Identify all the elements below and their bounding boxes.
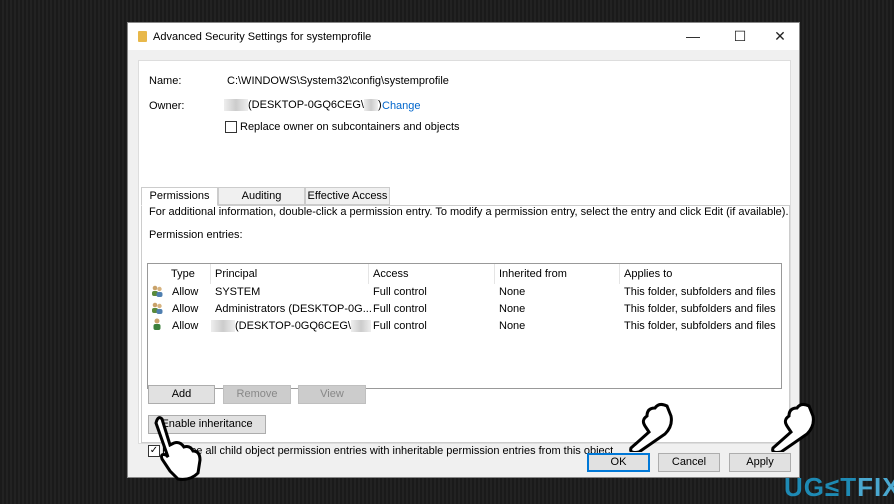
ok-button[interactable]: OK	[587, 453, 650, 472]
row-access: Full control	[373, 303, 427, 315]
row-inherited: None	[499, 286, 526, 298]
row-applies: This folder, subfolders and files	[624, 286, 776, 298]
tab-permissions[interactable]: Permissions	[141, 187, 218, 206]
replace-child-label: Replace all child object permission entr…	[162, 445, 614, 457]
change-owner-link[interactable]: Change	[382, 100, 421, 112]
owner-text: (DESKTOP-0GQ6CEG\	[248, 99, 364, 111]
row-access: Full control	[373, 320, 427, 332]
pointing-hand-icon	[771, 402, 815, 452]
redacted	[350, 320, 371, 333]
group-users-icon	[152, 285, 163, 297]
add-button[interactable]: Add	[148, 385, 215, 404]
row-access: Full control	[373, 286, 427, 298]
group-users-icon	[152, 302, 163, 314]
replace-owner-checkbox[interactable]	[225, 121, 237, 133]
row-type: Allow	[172, 320, 199, 332]
apply-button[interactable]: Apply	[729, 453, 791, 472]
owner-value: (DESKTOP-0GQ6CEG\)	[224, 99, 382, 112]
folder-icon	[138, 31, 147, 42]
title-bar: Advanced Security Settings for systempro…	[128, 23, 799, 50]
row-principal: (DESKTOP-0GQ6CEG\	[211, 318, 371, 334]
info-text: For additional information, double-click…	[149, 206, 789, 218]
column-type[interactable]: Type	[167, 264, 211, 284]
replace-owner-label: Replace owner on subcontainers and objec…	[240, 121, 460, 133]
principal-text: (DESKTOP-0GQ6CEG\	[235, 320, 351, 332]
redacted	[224, 99, 248, 112]
row-type: Allow	[172, 286, 199, 298]
column-access[interactable]: Access	[369, 264, 495, 284]
name-label: Name:	[149, 75, 182, 87]
maximize-button[interactable]: ☐	[720, 23, 760, 50]
row-principal: SYSTEM	[215, 286, 261, 298]
row-principal: Administrators (DESKTOP-0G...	[215, 303, 372, 315]
name-value: C:\WINDOWS\System32\config\systemprofile	[227, 75, 449, 87]
close-button[interactable]: ✕	[760, 23, 800, 50]
view-button[interactable]: View	[298, 385, 366, 404]
row-type: Allow	[172, 303, 199, 315]
row-inherited: None	[499, 303, 526, 315]
ugetfix-logo: UG≤TFIX	[784, 472, 894, 502]
redacted	[363, 99, 378, 112]
remove-button[interactable]: Remove	[223, 385, 291, 404]
user-icon	[153, 318, 161, 330]
tab-effective-access[interactable]: Effective Access	[305, 187, 390, 205]
redacted	[211, 320, 235, 333]
advanced-security-dialog: Advanced Security Settings for systempro…	[127, 22, 800, 478]
pointing-hand-icon	[154, 416, 202, 481]
row-applies: This folder, subfolders and files	[624, 320, 776, 332]
tab-auditing[interactable]: Auditing	[218, 187, 305, 205]
column-inherited-from[interactable]: Inherited from	[495, 264, 620, 284]
row-inherited: None	[499, 320, 526, 332]
content-panel: Name: C:\WINDOWS\System32\config\systemp…	[138, 60, 791, 457]
permission-entries-list[interactable]: Type Principal Access Inherited from App…	[147, 263, 782, 389]
pointing-hand-icon	[629, 402, 673, 452]
owner-label: Owner:	[149, 100, 185, 112]
minimize-button[interactable]: —	[673, 23, 713, 50]
row-applies: This folder, subfolders and files	[624, 303, 776, 315]
window-title: Advanced Security Settings for systempro…	[153, 31, 372, 43]
column-principal[interactable]: Principal	[211, 264, 369, 284]
permission-entries-label: Permission entries:	[149, 229, 243, 241]
cancel-button[interactable]: Cancel	[658, 453, 720, 472]
column-applies-to[interactable]: Applies to	[620, 264, 782, 284]
